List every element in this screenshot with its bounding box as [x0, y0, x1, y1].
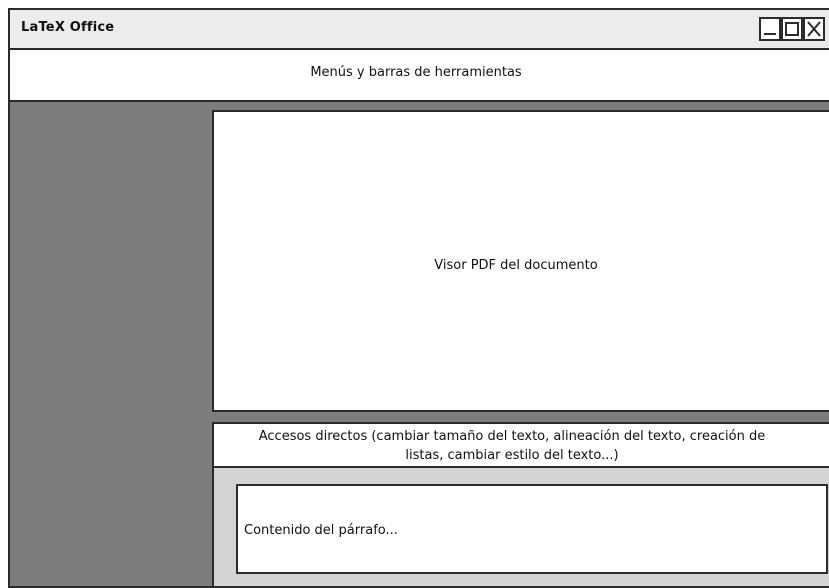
- menu-and-toolbar-area[interactable]: Menús y barras de herramientas: [10, 50, 829, 102]
- side-panel: [10, 102, 212, 586]
- minimize-icon: [764, 33, 776, 35]
- paragraph-content: Contenido del párrafo...: [244, 523, 398, 538]
- close-icon: [807, 21, 821, 37]
- pdf-viewer[interactable]: Visor PDF del documento: [212, 110, 829, 412]
- close-button[interactable]: [803, 17, 825, 41]
- maximize-button[interactable]: [781, 17, 803, 41]
- app-window: LaTeX Office Menús y barras de herramien…: [8, 8, 829, 588]
- pdf-viewer-label: Visor PDF del documento: [434, 257, 598, 273]
- panel-divider[interactable]: [212, 412, 829, 422]
- title-bar[interactable]: LaTeX Office: [10, 10, 829, 50]
- paragraph-editor[interactable]: Contenido del párrafo...: [236, 484, 828, 574]
- minimize-button[interactable]: [759, 17, 781, 41]
- menubar-label: Menús y barras de herramientas: [310, 65, 522, 80]
- maximize-icon: [785, 22, 799, 36]
- shortcuts-label-line1: Accesos directos (cambiar tamaño del tex…: [258, 429, 766, 444]
- shortcuts-toolbar[interactable]: Accesos directos (cambiar tamaño del tex…: [212, 422, 829, 468]
- editor-area: Contenido del párrafo...: [212, 468, 829, 586]
- shortcuts-label-line2: listas, cambiar estilo del texto...): [405, 448, 619, 463]
- window-title: LaTeX Office: [21, 20, 115, 35]
